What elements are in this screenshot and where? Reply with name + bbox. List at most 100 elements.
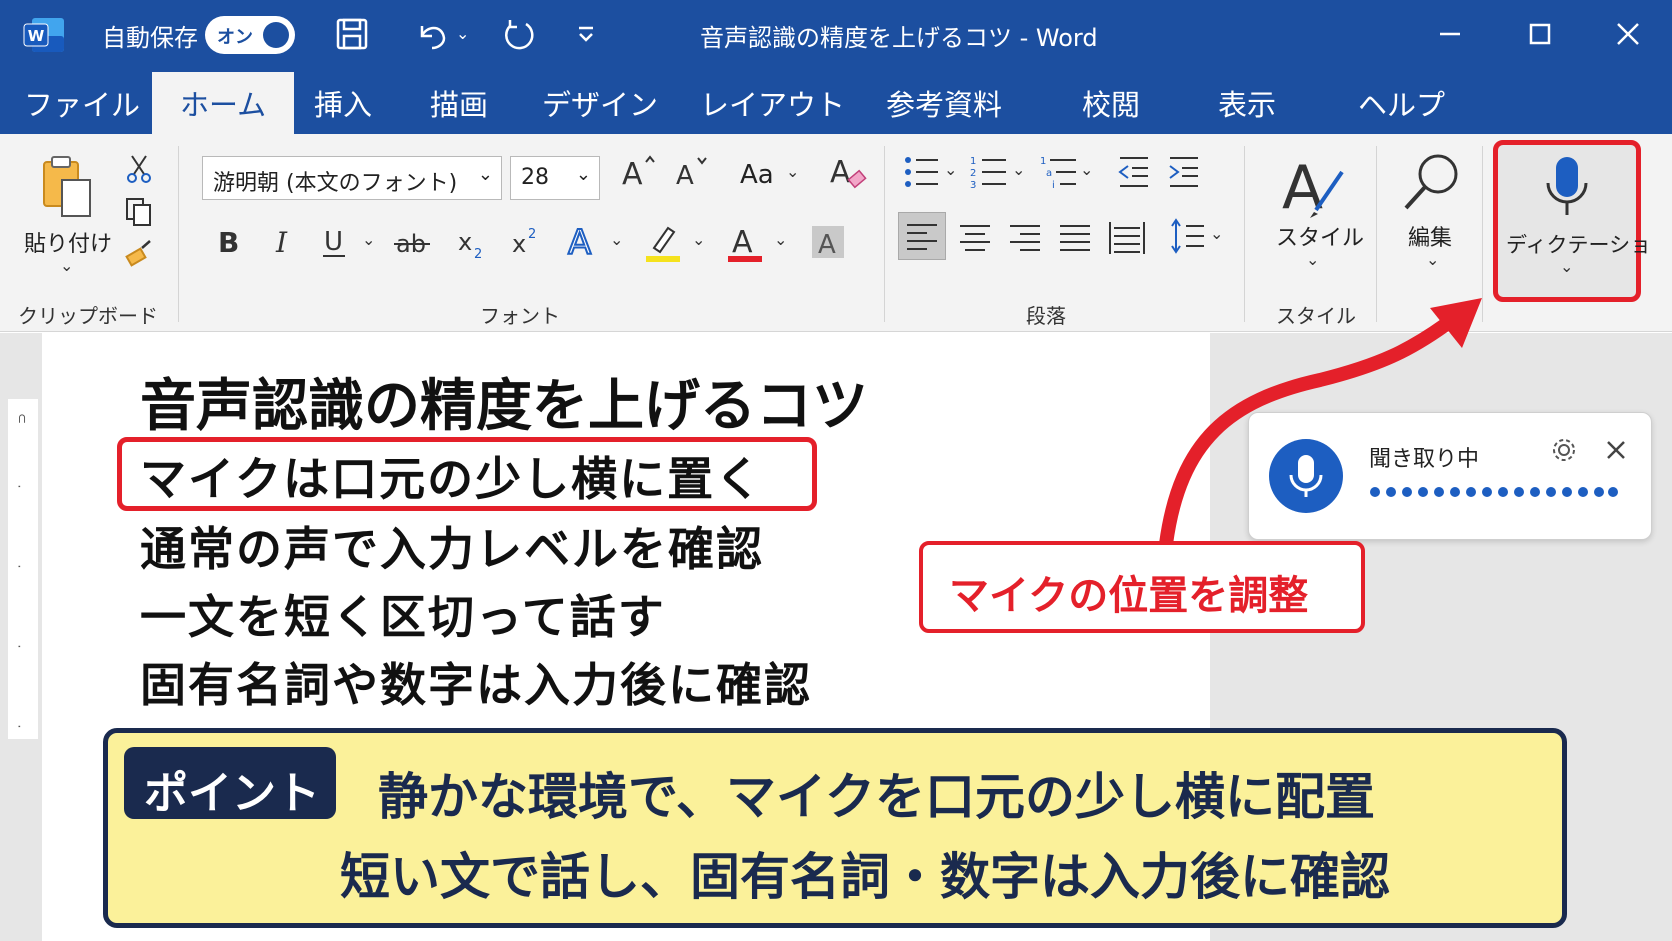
justify-icon[interactable] [1052, 214, 1098, 260]
styles-label[interactable]: スタイル [1276, 220, 1364, 252]
autosave-toggle[interactable]: オン [205, 16, 295, 54]
microphone-icon [1546, 157, 1588, 215]
highlight-dropdown-icon[interactable]: ⌄ [692, 230, 705, 249]
dictation-label: ディクテーショ [1506, 233, 1652, 257]
tab-home[interactable]: ホーム [152, 72, 295, 134]
character-shading-icon[interactable]: A [808, 222, 848, 262]
svg-text:2: 2 [970, 168, 976, 179]
editing-dropdown-icon[interactable]: ⌄ [1426, 250, 1439, 269]
dictation-mic-button[interactable] [1269, 439, 1343, 513]
svg-text:A: A [732, 225, 753, 260]
align-left-button[interactable] [898, 212, 946, 260]
italic-icon[interactable]: I [268, 222, 298, 262]
bold-icon[interactable]: B [214, 222, 244, 262]
tab-help[interactable]: ヘルプ [1358, 82, 1445, 124]
styles-dropdown-icon[interactable]: ⌄ [1306, 250, 1319, 269]
tab-draw[interactable]: 描画 [430, 82, 488, 124]
font-name-select[interactable]: 游明朝 (本文のフォント) ⌄ [202, 156, 502, 200]
chevron-down-icon: ⌄ [575, 164, 591, 185]
svg-text:B: B [218, 226, 239, 259]
document-line[interactable]: 一文を短く区切って話す [140, 581, 666, 647]
close-window-icon[interactable] [1608, 14, 1648, 54]
find-icon[interactable] [1400, 150, 1464, 214]
change-case-dropdown-icon[interactable]: ⌄ [786, 162, 799, 181]
vertical-ruler: ⊂ · · · · [8, 399, 38, 739]
svg-text:U: U [324, 227, 343, 257]
minimize-icon[interactable] [1430, 14, 1470, 54]
settings-gear-icon[interactable] [1549, 435, 1579, 465]
document-line[interactable]: 通常の声で入力レベルを確認 [140, 513, 764, 579]
annotation-callout: マイクの位置を調整 [919, 541, 1365, 633]
bullets-icon[interactable] [902, 154, 942, 190]
document-heading[interactable]: 音声認識の精度を上げるコツ [140, 361, 868, 442]
numbering-icon[interactable]: 123 [970, 154, 1010, 190]
dictation-panel: 聞き取り中 [1248, 412, 1652, 540]
format-painter-icon[interactable] [124, 238, 154, 270]
svg-text:A: A [1282, 153, 1323, 222]
highlight-color-icon[interactable] [644, 220, 684, 264]
align-center-icon[interactable] [952, 214, 998, 260]
document-line[interactable]: 固有名詞や数字は入力後に確認 [140, 649, 812, 715]
close-icon[interactable] [1601, 435, 1631, 465]
shrink-font-icon[interactable]: A [672, 152, 712, 192]
font-color-dropdown-icon[interactable]: ⌄ [774, 230, 787, 249]
decrease-indent-icon[interactable] [1116, 154, 1152, 190]
clear-formatting-icon[interactable]: A [826, 150, 870, 194]
bullets-dropdown-icon[interactable]: ⌄ [944, 160, 957, 179]
title-bar: W 自動保存 オン ⌄ 音声認識の精度を上げるコツ - Word [0, 0, 1672, 68]
maximize-icon[interactable] [1520, 14, 1560, 54]
tab-review[interactable]: 校閲 [1082, 82, 1140, 124]
dictation-button[interactable]: ディクテーショ ⌄ [1493, 140, 1651, 302]
underline-icon[interactable]: U [320, 222, 350, 262]
customize-toolbar-icon[interactable] [566, 14, 606, 54]
svg-text:2: 2 [474, 247, 482, 262]
font-size-select[interactable]: 28 ⌄ [510, 156, 600, 200]
superscript-icon[interactable]: x 2 [510, 222, 546, 262]
styles-icon[interactable]: A [1280, 152, 1350, 222]
numbering-dropdown-icon[interactable]: ⌄ [1012, 160, 1025, 179]
tab-references[interactable]: 参考資料 [886, 82, 1002, 124]
redo-icon[interactable] [498, 14, 538, 54]
line-spacing-icon[interactable] [1164, 214, 1210, 260]
distributed-icon[interactable] [1104, 214, 1150, 260]
autosave-label: 自動保存 [102, 24, 198, 52]
editing-label[interactable]: 編集 [1408, 220, 1452, 252]
multilevel-list-icon[interactable]: 1ai [1040, 154, 1080, 190]
text-effects-icon[interactable]: A [566, 220, 602, 264]
grow-font-icon[interactable]: A [618, 152, 658, 192]
svg-text:W: W [28, 27, 45, 45]
font-size-value: 28 [521, 165, 549, 190]
font-group-label: フォント [480, 304, 560, 328]
svg-text:I: I [275, 226, 288, 259]
tab-design[interactable]: デザイン [542, 82, 658, 124]
tab-insert[interactable]: 挿入 [314, 82, 372, 124]
undo-icon[interactable] [412, 14, 452, 54]
undo-dropdown-icon[interactable]: ⌄ [456, 24, 469, 43]
callout-text: マイクの位置を調整 [949, 573, 1309, 619]
text-effects-dropdown-icon[interactable]: ⌄ [610, 230, 623, 249]
document-line[interactable]: マイクは口元の少し横に置く [140, 443, 763, 509]
paste-dropdown-icon[interactable]: ⌄ [60, 256, 73, 275]
subscript-icon[interactable]: x 2 [456, 222, 492, 262]
tab-view[interactable]: 表示 [1218, 82, 1276, 124]
point-badge: ポイント [124, 747, 336, 819]
dictation-dropdown-icon: ⌄ [1560, 257, 1574, 276]
autosave-toggle-label: オン [217, 27, 253, 48]
tab-file[interactable]: ファイル [24, 82, 140, 124]
dictation-status: 聞き取り中 [1369, 447, 1480, 472]
cut-icon[interactable] [124, 152, 154, 184]
paste-label[interactable]: 貼り付け [24, 226, 112, 258]
font-color-icon[interactable]: A [726, 220, 766, 264]
strikethrough-icon[interactable]: ab [394, 222, 434, 262]
increase-indent-icon[interactable] [1166, 154, 1202, 190]
copy-icon[interactable] [124, 196, 154, 228]
point-banner: ポイント 静かな環境で、マイクを口元の少し横に配置 短い文で話し、固有名詞・数字… [103, 728, 1567, 928]
paste-icon[interactable] [38, 154, 96, 224]
multilevel-dropdown-icon[interactable]: ⌄ [1080, 160, 1093, 179]
save-icon[interactable] [332, 14, 372, 54]
tab-layout[interactable]: レイアウト [700, 82, 845, 124]
line-spacing-dropdown-icon[interactable]: ⌄ [1210, 224, 1223, 243]
align-right-icon[interactable] [1002, 214, 1048, 260]
underline-dropdown-icon[interactable]: ⌄ [362, 230, 375, 249]
change-case-label[interactable]: Aa [740, 160, 774, 190]
